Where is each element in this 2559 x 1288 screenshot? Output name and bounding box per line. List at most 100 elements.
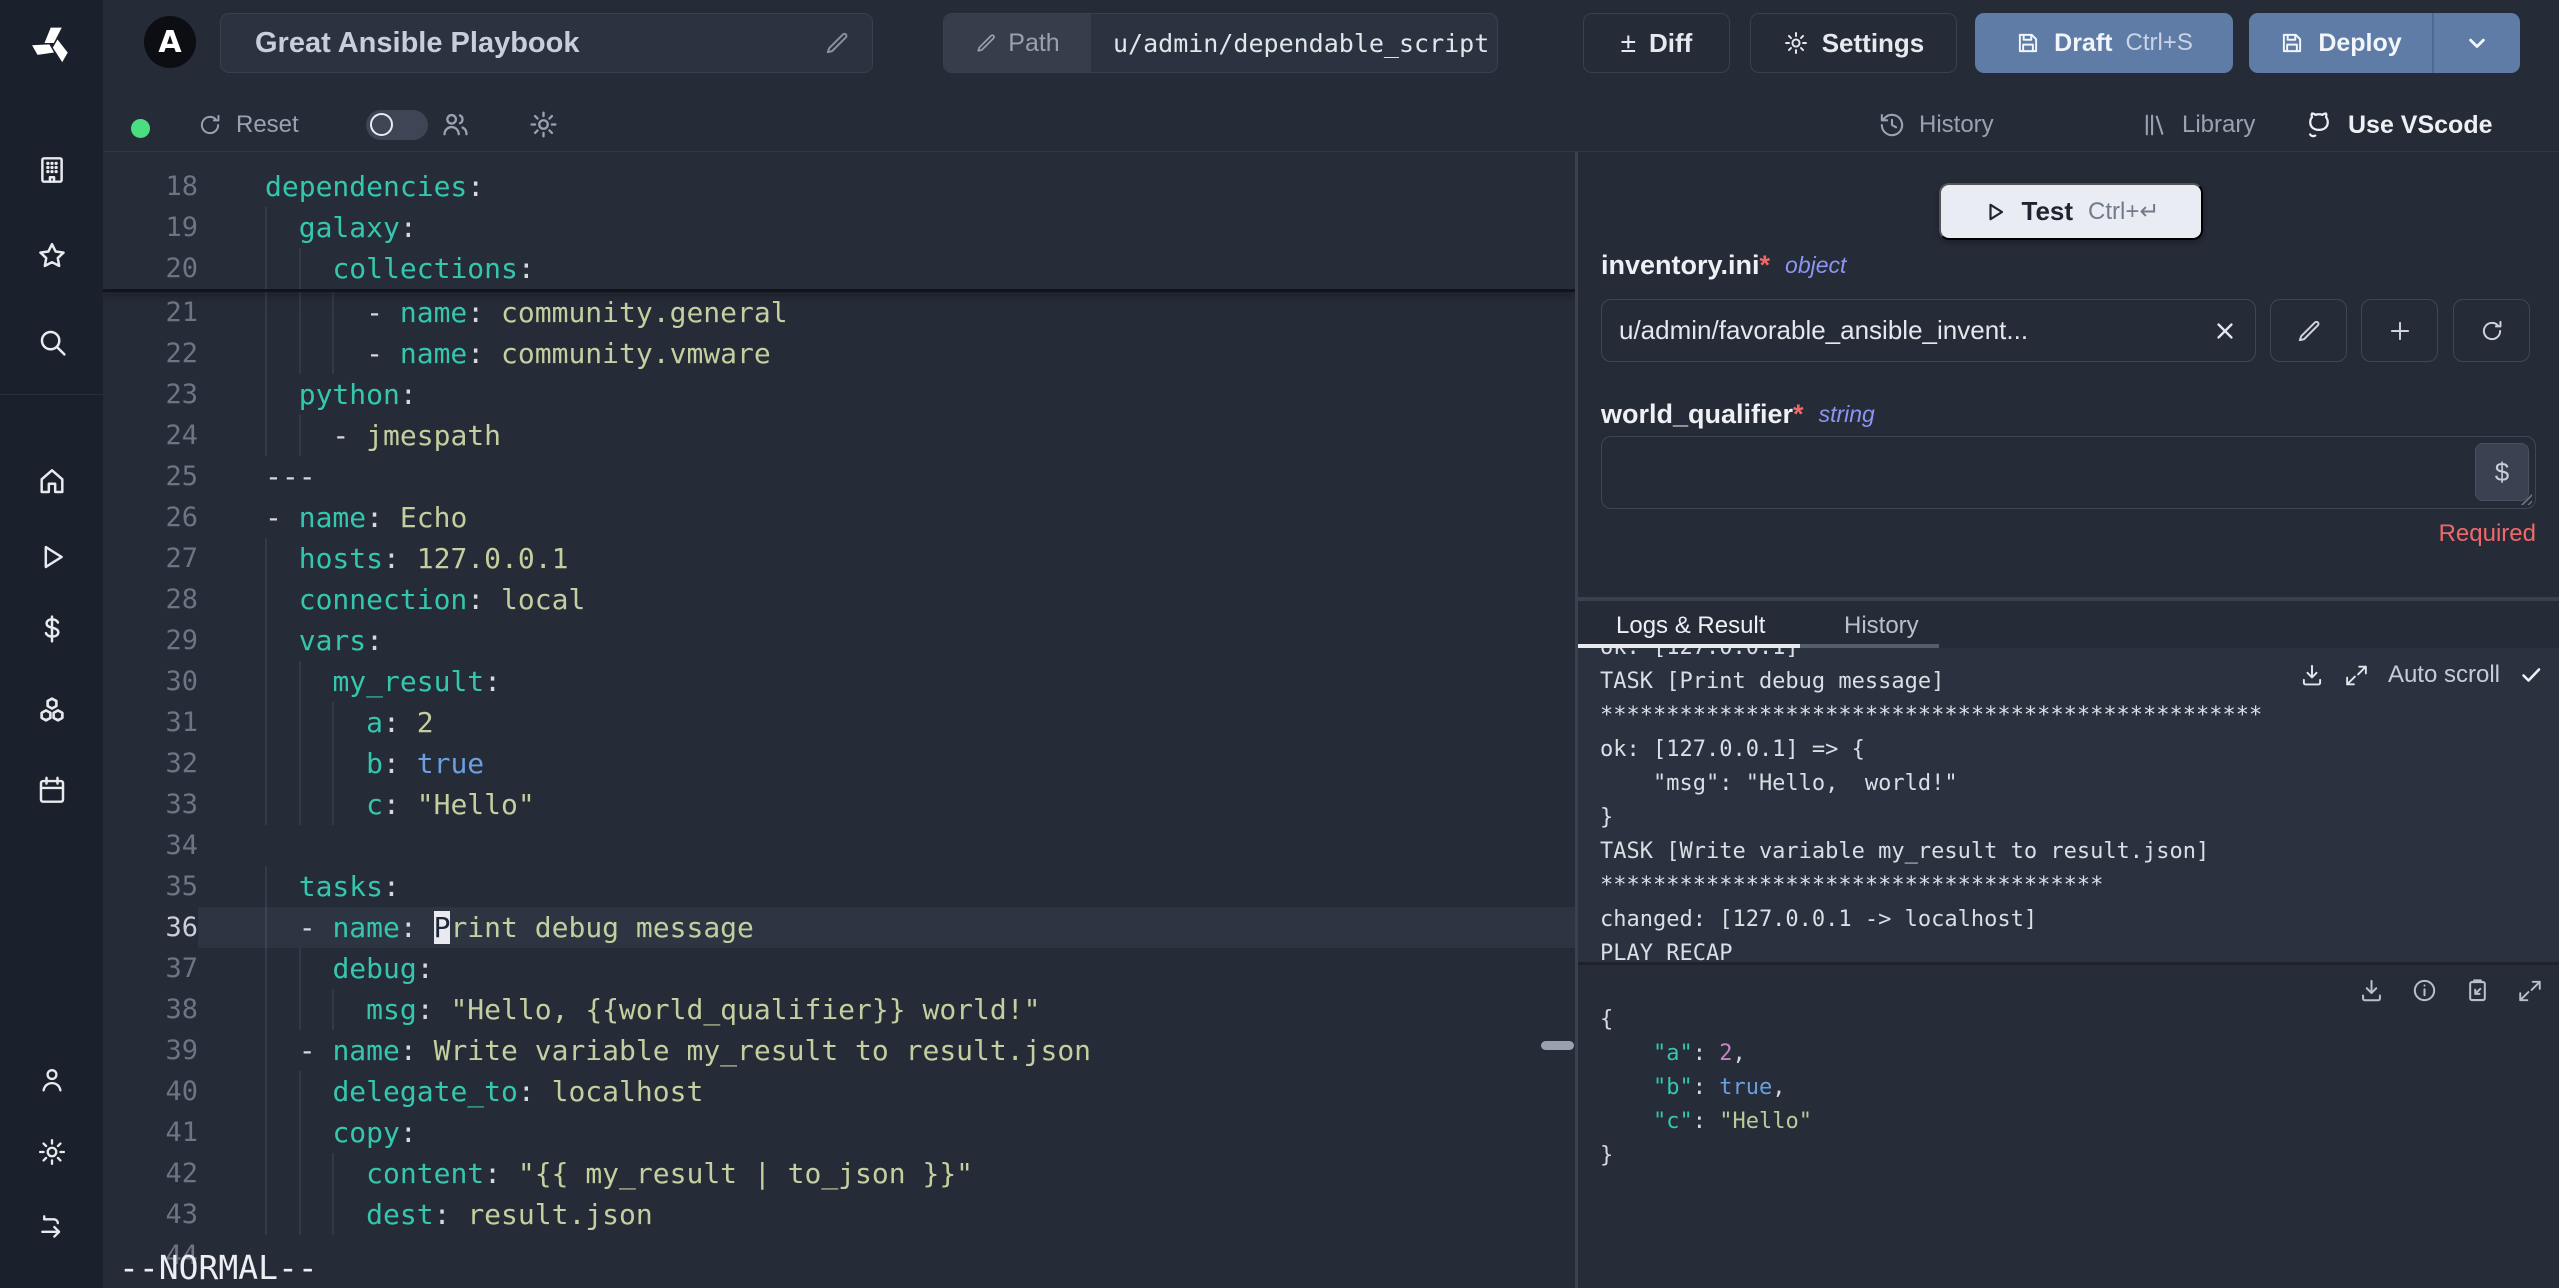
script-title-box[interactable]: Great Ansible Playbook bbox=[220, 13, 873, 73]
log-line: "msg": "Hello, world!" bbox=[1600, 771, 1958, 796]
code-line[interactable]: 31 a: 2 bbox=[103, 702, 1575, 743]
code-line[interactable]: 32 b: true bbox=[103, 743, 1575, 784]
auto-scroll-check-icon[interactable] bbox=[2519, 663, 2543, 687]
deploy-button-group: Deploy bbox=[2249, 13, 2520, 73]
code-line[interactable]: 37 debug: bbox=[103, 948, 1575, 989]
download-result-icon[interactable] bbox=[2358, 977, 2385, 1004]
diff-mode-toggle[interactable] bbox=[366, 110, 428, 140]
test-label: Test bbox=[2021, 196, 2074, 226]
code-line[interactable]: 23 python: bbox=[103, 374, 1575, 415]
sidebar-item-resources[interactable] bbox=[34, 695, 69, 730]
path-label: Path bbox=[1008, 28, 1060, 57]
expand-logs-icon[interactable] bbox=[2344, 663, 2369, 688]
code-line[interactable]: 29 vars: bbox=[103, 620, 1575, 661]
info-icon[interactable] bbox=[2411, 977, 2438, 1004]
edit-title-pencil-icon[interactable] bbox=[824, 30, 850, 56]
code-line[interactable]: 18 dependencies: bbox=[103, 166, 1575, 207]
result-line: "b": true, bbox=[1652, 1075, 1786, 1100]
settings-button[interactable]: Settings bbox=[1750, 13, 1957, 73]
tab-logs-result[interactable]: Logs & Result bbox=[1616, 612, 1765, 640]
code-line[interactable]: 34 bbox=[103, 825, 1575, 866]
tab-history[interactable]: History bbox=[1844, 612, 1919, 640]
users-icon[interactable] bbox=[440, 109, 471, 140]
field-name: inventory.ini bbox=[1601, 250, 1760, 280]
path-box[interactable]: Path u/admin/dependable_script bbox=[943, 13, 1498, 73]
sidebar bbox=[0, 0, 103, 1288]
panel-splitter[interactable] bbox=[1575, 152, 1578, 1288]
code-line[interactable]: 21 - name: community.general bbox=[103, 292, 1575, 333]
code-line[interactable]: 35 tasks: bbox=[103, 866, 1575, 907]
code-line[interactable]: 22 - name: community.vmware bbox=[103, 333, 1575, 374]
field-type: string bbox=[1818, 401, 1875, 427]
refresh-resource-button[interactable] bbox=[2453, 299, 2530, 362]
splitter-drag-handle[interactable] bbox=[1541, 1041, 1574, 1050]
code-lines: 21 - name: community.general 22 - name: c… bbox=[103, 292, 1575, 1276]
history-button[interactable]: History bbox=[1878, 106, 1994, 144]
world-qualifier-textarea[interactable]: $ bbox=[1601, 436, 2536, 509]
right-panel: Test Ctrl+↵ inventory.ini * object u/adm… bbox=[1578, 152, 2559, 1288]
expand-result-icon[interactable] bbox=[2517, 978, 2543, 1004]
code-line[interactable]: 30 my_result: bbox=[103, 661, 1575, 702]
code-line[interactable]: 19 galaxy: bbox=[103, 207, 1575, 248]
diff-icon: ± bbox=[1620, 27, 1637, 58]
code-line[interactable]: 27 hosts: 127.0.0.1 bbox=[103, 538, 1575, 579]
log-line: ok: [127.0.0.1] => { bbox=[1600, 737, 1865, 762]
log-output[interactable]: ok: [127.0.0.1]TASK [Print debug message… bbox=[1578, 648, 2559, 962]
code-line[interactable]: 43 dest: result.json bbox=[103, 1194, 1575, 1235]
sidebar-item-user[interactable] bbox=[36, 1065, 67, 1096]
path-value: u/admin/dependable_script bbox=[1113, 28, 1490, 58]
code-line[interactable]: 24 - jmespath bbox=[103, 415, 1575, 456]
code-line[interactable]: 42 content: "{{ my_result | to_json }}" bbox=[103, 1153, 1575, 1194]
section-splitter[interactable] bbox=[1578, 597, 2559, 601]
code-line[interactable]: 28 connection: local bbox=[103, 579, 1575, 620]
clear-resource-x-icon[interactable] bbox=[2213, 319, 2237, 343]
use-vscode-button[interactable]: Use VScode bbox=[2304, 106, 2493, 144]
edit-resource-button[interactable] bbox=[2270, 299, 2347, 362]
sidebar-item-home[interactable] bbox=[35, 465, 68, 498]
code-line[interactable]: 38 msg: "Hello, {{world_qualifier}} worl… bbox=[103, 989, 1575, 1030]
field-type: object bbox=[1785, 252, 1847, 278]
library-label: Library bbox=[2182, 111, 2256, 138]
code-line[interactable]: 39 - name: Write variable my_result to r… bbox=[103, 1030, 1575, 1071]
diff-button[interactable]: ± Diff bbox=[1583, 13, 1730, 73]
code-line[interactable]: 33 c: "Hello" bbox=[103, 784, 1575, 825]
code-line[interactable]: 20 collections: bbox=[103, 248, 1575, 289]
toggle-knob bbox=[370, 113, 393, 136]
code-editor[interactable]: 18 dependencies: 19 galaxy: 20 collections:… bbox=[103, 152, 1575, 1288]
deploy-button[interactable]: Deploy bbox=[2249, 13, 2432, 73]
sidebar-item-schedules[interactable] bbox=[35, 774, 68, 807]
editor-settings-gear-icon[interactable] bbox=[528, 109, 559, 140]
code-line[interactable]: 26- name: Echo bbox=[103, 497, 1575, 538]
sidebar-item-workspace[interactable] bbox=[35, 154, 68, 187]
code-line[interactable]: 40 delegate_to: localhost bbox=[103, 1071, 1575, 1112]
download-logs-icon[interactable] bbox=[2299, 662, 2325, 688]
sidebar-item-favorites[interactable] bbox=[35, 240, 68, 273]
code-line[interactable]: 36 - name: Print debug message bbox=[103, 907, 1575, 948]
sidebar-item-variables[interactable] bbox=[35, 613, 68, 646]
log-line: PLAY RECAP bbox=[1600, 941, 1733, 962]
required-asterisk: * bbox=[1759, 250, 1771, 280]
code-line[interactable]: 25 --- bbox=[103, 456, 1575, 497]
library-button[interactable]: Library bbox=[2141, 106, 2255, 144]
sidebar-item-collapse[interactable] bbox=[36, 1211, 67, 1242]
test-button[interactable]: Test Ctrl+↵ bbox=[1939, 183, 2203, 240]
use-vscode-label: Use VScode bbox=[2348, 110, 2493, 139]
log-line: } bbox=[1600, 805, 1614, 830]
sidebar-item-runs[interactable] bbox=[35, 541, 68, 574]
draft-button[interactable]: Draft Ctrl+S bbox=[1975, 13, 2233, 73]
code-line[interactable]: 44 bbox=[103, 1235, 1575, 1276]
clipboard-copy-icon[interactable] bbox=[2464, 977, 2491, 1004]
insert-variable-button[interactable]: $ bbox=[2475, 443, 2529, 501]
add-resource-button[interactable] bbox=[2361, 299, 2438, 362]
deploy-dropdown-button[interactable] bbox=[2434, 13, 2520, 73]
code-line[interactable]: 41 copy: bbox=[103, 1112, 1575, 1153]
sidebar-item-search[interactable] bbox=[35, 326, 68, 359]
required-error: Required bbox=[2438, 520, 2536, 547]
windmill-logo[interactable] bbox=[30, 23, 74, 67]
log-toolbar: Auto scroll bbox=[2299, 661, 2543, 689]
sidebar-item-settings[interactable] bbox=[36, 1137, 67, 1168]
reset-button[interactable]: Reset bbox=[197, 106, 299, 144]
sticky-lines: 18 dependencies: 19 galaxy: 20 collections: bbox=[103, 152, 1575, 292]
inventory-resource-input[interactable]: u/admin/favorable_ansible_invent... bbox=[1601, 299, 2256, 362]
auto-scroll-label[interactable]: Auto scroll bbox=[2388, 661, 2500, 689]
